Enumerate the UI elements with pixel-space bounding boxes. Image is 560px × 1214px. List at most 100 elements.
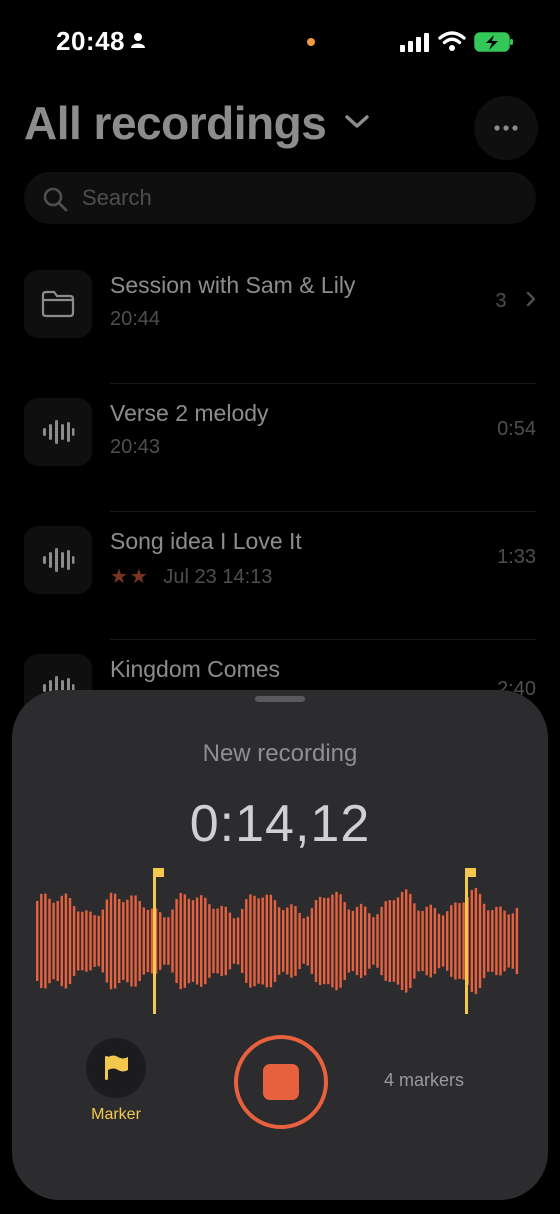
waveform-bar xyxy=(208,904,211,978)
waveform-bar xyxy=(134,895,137,987)
recording-duration: 0:54 xyxy=(497,418,536,440)
waveform-bar xyxy=(347,909,350,973)
waveform-bar xyxy=(253,895,256,987)
marker-line xyxy=(465,868,476,1014)
waveform-bar xyxy=(228,912,232,970)
waveform-bar xyxy=(68,898,72,984)
microphone-indicator-dot xyxy=(307,38,315,46)
waveform-bar xyxy=(40,893,43,989)
flag-icon xyxy=(105,1055,128,1080)
waveform-bar xyxy=(384,901,387,981)
waveform-bar xyxy=(277,907,281,975)
page-title[interactable]: All recordings xyxy=(24,96,327,150)
waveform-bar xyxy=(380,906,383,976)
waveform-bar xyxy=(146,909,150,973)
waveform-bar xyxy=(405,889,408,993)
waveform-bar xyxy=(101,909,104,973)
waveform-bar xyxy=(195,897,199,985)
waveform-bar xyxy=(396,897,400,985)
chevron-down-icon[interactable] xyxy=(344,114,370,135)
waveform-bar xyxy=(175,898,178,984)
waveform-bar xyxy=(113,893,117,989)
waveform-bar xyxy=(159,912,162,970)
waveform-bar xyxy=(126,899,129,983)
waveform-bar xyxy=(48,898,51,984)
live-waveform xyxy=(36,868,519,1014)
waveform-bar xyxy=(36,901,39,981)
waveform-bar xyxy=(355,906,359,976)
waveform-bar xyxy=(109,892,113,990)
waveform-bar xyxy=(314,900,318,982)
waveform-bar xyxy=(339,894,342,988)
rating-stars: ★★ xyxy=(110,566,150,588)
waveform-bar xyxy=(224,906,227,976)
waveform-bar xyxy=(220,905,223,977)
folder-count: 3 xyxy=(495,290,536,313)
recording-title: Session with Sam & Lily xyxy=(110,272,356,298)
recording-meta: ★★ Jul 23 14:13 xyxy=(110,564,272,589)
ellipsis-icon xyxy=(494,125,518,131)
waveform-bar xyxy=(433,908,437,974)
waveform-bar xyxy=(429,904,432,978)
person-icon xyxy=(130,32,146,53)
waveform-bar xyxy=(507,914,510,968)
waveform-bar xyxy=(97,915,100,967)
waveform-bar xyxy=(376,914,379,968)
waveform-bar xyxy=(282,910,285,972)
waveform-bar xyxy=(318,896,322,986)
marker-line xyxy=(153,868,164,1014)
waveform-bar xyxy=(470,890,473,992)
waveform-bar xyxy=(93,915,96,967)
search-field[interactable]: Search xyxy=(24,172,536,224)
markers-count[interactable]: 4 markers xyxy=(384,1070,464,1091)
waveform-bar xyxy=(257,898,260,984)
waveform-bar xyxy=(298,912,301,970)
waveform-bar xyxy=(142,907,145,975)
waveform-bar xyxy=(179,892,182,990)
waveform-bar xyxy=(495,906,498,976)
waveform-bar xyxy=(150,908,154,974)
waveform-bar xyxy=(81,911,84,971)
folder-count-value: 3 xyxy=(495,290,507,312)
waveform-bar xyxy=(458,903,461,979)
waveform-bar xyxy=(265,894,268,988)
waveform-bar xyxy=(487,910,490,972)
battery-charging-icon xyxy=(474,31,514,58)
waveform-bar xyxy=(204,897,207,985)
recording-sheet-title: New recording xyxy=(202,740,358,767)
more-options-button[interactable] xyxy=(474,96,538,160)
waveform-bar xyxy=(409,893,412,989)
recording-duration: 1:33 xyxy=(497,546,536,568)
waveform-bar xyxy=(302,918,305,964)
status-bar: 20:48 xyxy=(0,0,560,86)
list-item[interactable]: Verse 2 melody 20:43 0:54 xyxy=(0,384,560,512)
cellular-signal-icon xyxy=(400,32,430,57)
search-input[interactable]: Search xyxy=(82,185,152,211)
waveform-bar xyxy=(482,903,486,979)
add-marker-button[interactable] xyxy=(86,1038,146,1098)
waveform-bar xyxy=(388,900,391,982)
waveform-bar xyxy=(515,907,519,975)
waveform-bar xyxy=(105,899,109,983)
waveform-icon xyxy=(24,526,92,594)
waveform-bar xyxy=(212,908,215,974)
waveform-bar xyxy=(359,903,363,979)
waveform-bar xyxy=(400,892,404,990)
waveform-bar xyxy=(200,895,203,987)
list-item[interactable]: Session with Sam & Lily 20:44 3 xyxy=(0,256,560,384)
waveform-bar xyxy=(138,900,141,982)
stop-recording-button[interactable] xyxy=(234,1035,328,1129)
waveform-bar xyxy=(85,910,88,972)
waveform-bar xyxy=(183,894,186,988)
list-item[interactable]: Song idea I Love It ★★ Jul 23 14:13 1:33 xyxy=(0,512,560,640)
folder-icon xyxy=(24,270,92,338)
waveform-bar xyxy=(503,910,506,972)
waveform-bar xyxy=(368,913,371,969)
waveform-bar xyxy=(499,906,502,976)
waveform-bar xyxy=(130,895,133,987)
sheet-grabber[interactable] xyxy=(255,696,305,702)
waveform-bar xyxy=(474,887,478,995)
waveform-bar xyxy=(286,907,289,975)
waveform-bar xyxy=(290,904,293,978)
waveform-bar xyxy=(343,902,346,980)
